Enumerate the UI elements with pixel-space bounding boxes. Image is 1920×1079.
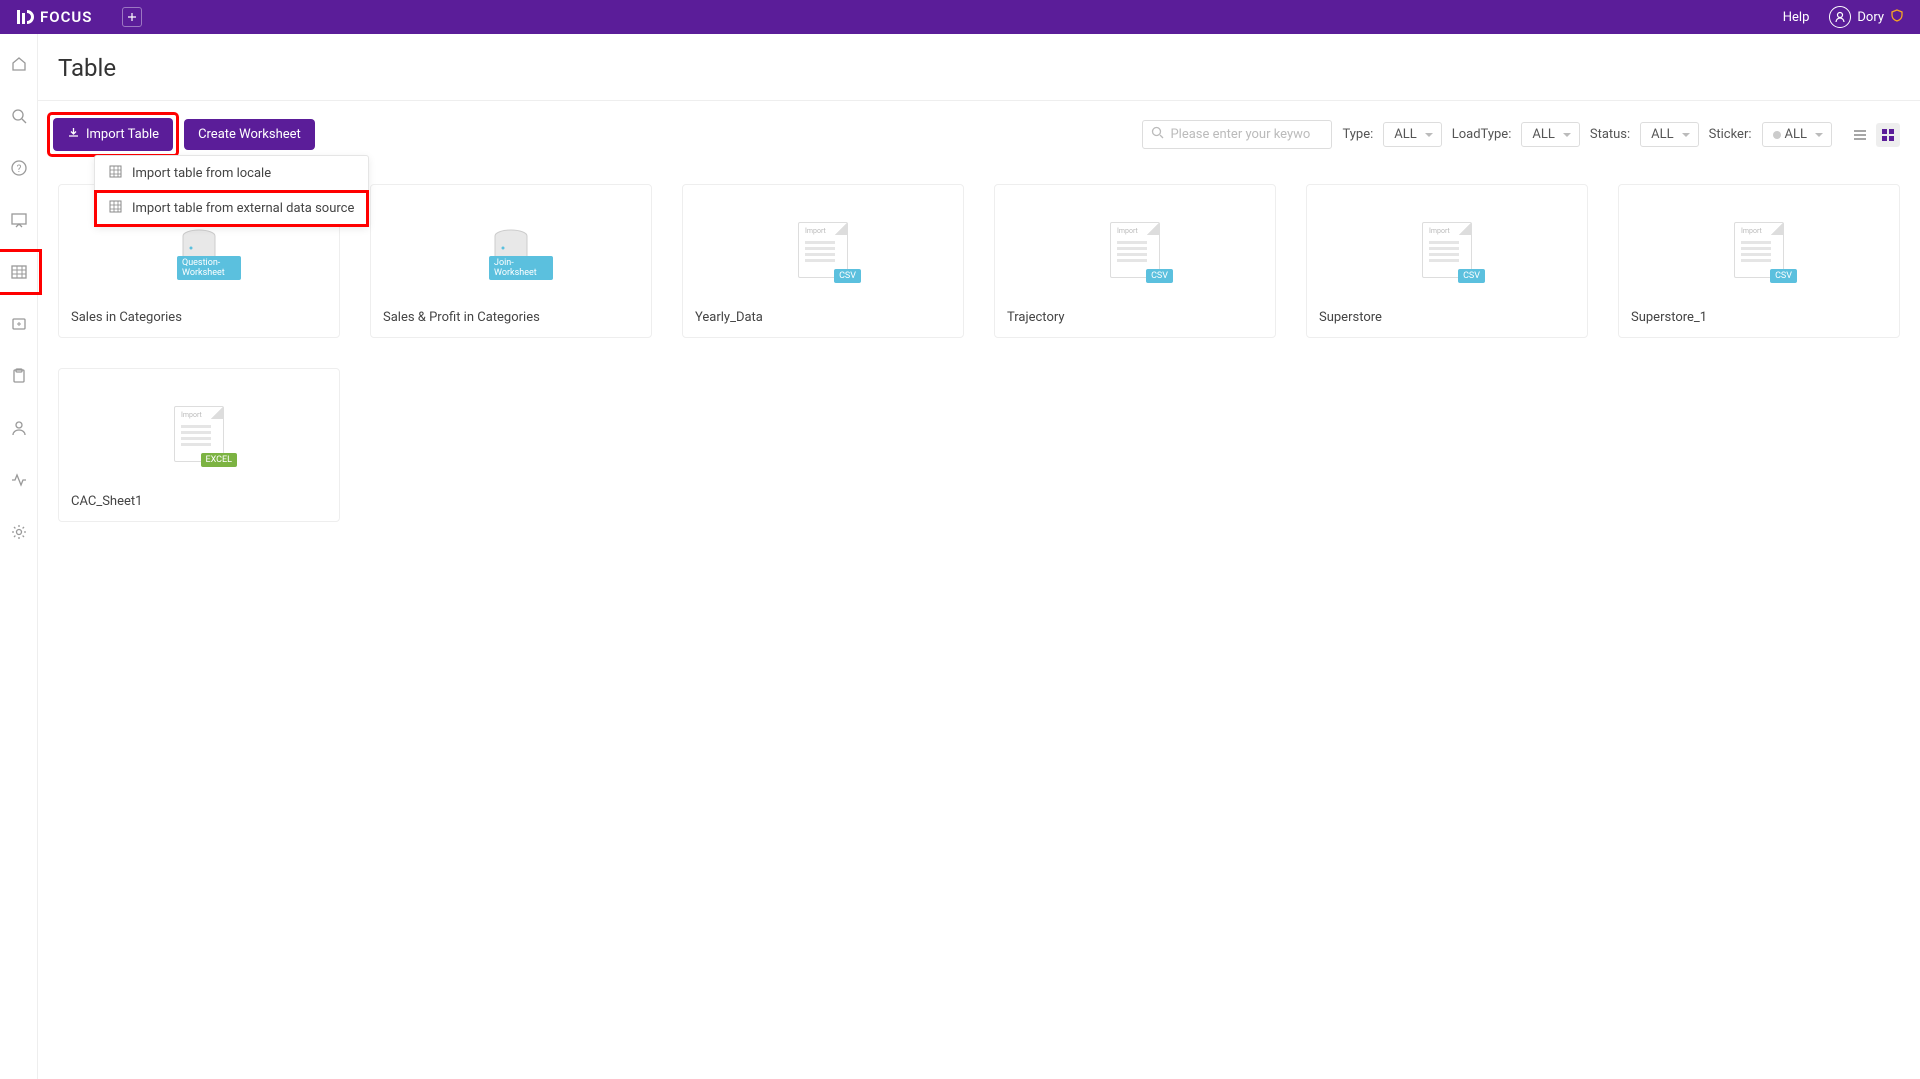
card-icon: EXCEL: [71, 381, 327, 486]
grid-view-button[interactable]: [1876, 123, 1900, 147]
import-label: Import Table: [86, 127, 159, 142]
sticker-select[interactable]: ALL: [1762, 122, 1832, 147]
toolbar: Import Table Create Worksheet Import tab…: [38, 101, 1920, 154]
table-icon: [109, 165, 122, 182]
card-title: Superstore: [1319, 302, 1575, 325]
side-nav: ?: [0, 34, 38, 1079]
type-select[interactable]: ALL: [1383, 122, 1441, 147]
import-icon: [67, 126, 80, 143]
table-card[interactable]: Join-WorksheetSales & Profit in Categori…: [370, 184, 652, 338]
nav-clipboard[interactable]: [7, 364, 31, 388]
nav-search[interactable]: [7, 104, 31, 128]
search-input[interactable]: [1170, 127, 1323, 142]
nav-activity[interactable]: [7, 468, 31, 492]
user-menu[interactable]: Dory: [1829, 6, 1904, 28]
import-button-highlight: Import Table: [50, 115, 176, 154]
status-label: Status:: [1590, 127, 1630, 142]
brand-text: FOCUS: [40, 8, 92, 26]
toolbar-right: Type: ALL LoadType: ALL Status: ALL Stic…: [1142, 120, 1900, 149]
nav-settings[interactable]: [7, 520, 31, 544]
card-icon: CSV: [1007, 197, 1263, 302]
help-link[interactable]: Help: [1783, 10, 1810, 25]
card-icon: Join-Worksheet: [383, 197, 639, 302]
table-card[interactable]: CSVSuperstore_1: [1618, 184, 1900, 338]
card-title: Sales in Categories: [71, 302, 327, 325]
card-title: Sales & Profit in Categories: [383, 302, 639, 325]
card-title: Yearly_Data: [695, 302, 951, 325]
loadtype-label: LoadType:: [1452, 127, 1512, 142]
card-icon: CSV: [1319, 197, 1575, 302]
logo-icon: [16, 8, 34, 26]
create-worksheet-button[interactable]: Create Worksheet: [184, 119, 315, 150]
search-box[interactable]: [1142, 120, 1332, 149]
dropdown-import-external[interactable]: Import table from external data source: [95, 191, 368, 226]
table-card[interactable]: CSVYearly_Data: [682, 184, 964, 338]
search-icon: [1151, 126, 1164, 143]
brand-logo: FOCUS: [16, 8, 92, 26]
main-content: Table Import Table Create Worksheet Impo…: [38, 34, 1920, 1079]
card-icon: CSV: [1631, 197, 1887, 302]
nav-presentation[interactable]: [7, 208, 31, 232]
app-header: FOCUS Help Dory: [0, 0, 1920, 34]
table-card[interactable]: EXCELCAC_Sheet1: [58, 368, 340, 522]
user-name: Dory: [1857, 10, 1884, 25]
dropdown-label-1: Import table from external data source: [132, 201, 354, 216]
nav-help[interactable]: ?: [7, 156, 31, 180]
nav-folder[interactable]: [7, 312, 31, 336]
type-label: Type:: [1342, 127, 1373, 142]
view-toggle: [1848, 123, 1900, 147]
nav-user[interactable]: [7, 416, 31, 440]
card-title: CAC_Sheet1: [71, 486, 327, 509]
nav-table[interactable]: [7, 260, 31, 284]
table-card[interactable]: CSVSuperstore: [1306, 184, 1588, 338]
header-right: Help Dory: [1783, 6, 1904, 28]
dropdown-label-0: Import table from locale: [132, 166, 271, 181]
import-table-button[interactable]: Import Table: [53, 118, 173, 151]
table-icon: [109, 200, 122, 217]
status-select[interactable]: ALL: [1640, 122, 1698, 147]
user-avatar-icon: [1829, 6, 1851, 28]
table-card[interactable]: CSVTrajectory: [994, 184, 1276, 338]
user-badge-icon: [1890, 8, 1904, 26]
card-icon: CSV: [695, 197, 951, 302]
page-title: Table: [38, 34, 1920, 101]
nav-home[interactable]: [7, 52, 31, 76]
sticker-value: ALL: [1785, 127, 1807, 142]
svg-text:?: ?: [16, 164, 21, 175]
card-title: Trajectory: [1007, 302, 1263, 325]
dropdown-import-locale[interactable]: Import table from locale: [95, 156, 368, 191]
sticker-dot-icon: [1773, 131, 1781, 139]
sticker-label: Sticker:: [1709, 127, 1752, 142]
add-button[interactable]: [122, 7, 142, 27]
loadtype-select[interactable]: ALL: [1521, 122, 1579, 147]
import-dropdown: Import table from locale Import table fr…: [94, 155, 369, 227]
card-title: Superstore_1: [1631, 302, 1887, 325]
list-view-button[interactable]: [1848, 123, 1872, 147]
